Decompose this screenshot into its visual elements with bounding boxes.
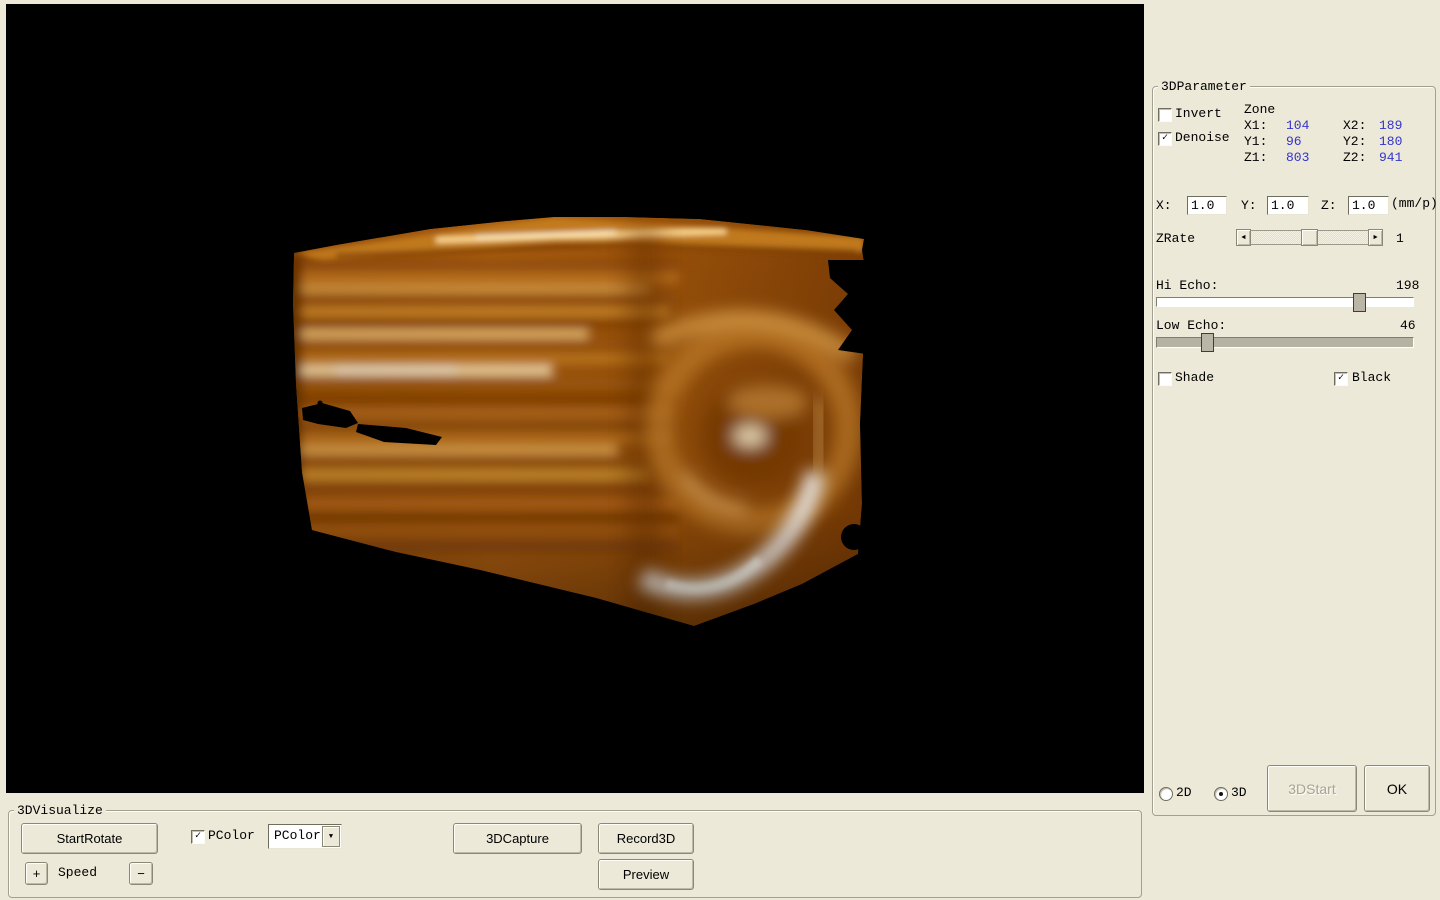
radio-dot — [1219, 792, 1223, 796]
ok-button[interactable]: OK — [1364, 765, 1430, 812]
hi-echo-track[interactable] — [1156, 297, 1414, 307]
zone-y1-value: 96 — [1286, 135, 1302, 149]
capture3d-button[interactable]: 3DCapture — [453, 823, 582, 854]
scale-z-label: Z: — [1321, 199, 1337, 213]
mode-2d-label: 2D — [1176, 786, 1192, 800]
zone-z1-label: Z1: — [1244, 151, 1267, 165]
scale-y-input[interactable] — [1267, 196, 1309, 215]
zone-z2-label: Z2: — [1343, 151, 1366, 165]
zone-x2-value: 189 — [1379, 119, 1402, 133]
check-icon: ✓ — [195, 832, 201, 842]
pcolor-label: PColor — [208, 829, 255, 843]
denoise-checkbox[interactable]: ✓ — [1158, 132, 1172, 146]
check-icon: ✓ — [1338, 374, 1344, 384]
render-viewport[interactable] — [6, 4, 1144, 793]
zone-title: Zone — [1244, 103, 1275, 117]
scale-y-label: Y: — [1241, 199, 1257, 213]
speed-label: Speed — [58, 866, 97, 880]
app-window: 3DParameter Invert ✓ Denoise Zone X1: 10… — [0, 0, 1440, 900]
param-groupbox: 3DParameter Invert ✓ Denoise Zone X1: 10… — [1152, 86, 1436, 816]
start-rotate-button[interactable]: StartRotate — [21, 823, 158, 854]
speed-minus-button[interactable]: − — [129, 862, 153, 885]
scale-x-label: X: — [1156, 199, 1172, 213]
hi-echo-thumb[interactable] — [1353, 293, 1366, 312]
pcolor-dropdown-button[interactable]: ▼ — [322, 826, 340, 847]
arrow-right-icon: ► — [1373, 234, 1377, 242]
speed-plus-button[interactable]: + — [25, 862, 48, 885]
shade-label: Shade — [1175, 371, 1214, 385]
mode-2d-radio[interactable] — [1159, 787, 1173, 801]
black-label: Black — [1352, 371, 1391, 385]
zrate-value: 1 — [1396, 232, 1404, 246]
visualize-groupbox: 3DVisualize StartRotate + Speed − ✓ PCol… — [8, 810, 1142, 898]
invert-checkbox[interactable] — [1158, 108, 1172, 122]
zrate-thumb[interactable] — [1301, 229, 1318, 246]
low-echo-thumb[interactable] — [1201, 333, 1214, 352]
pcolor-dropdown[interactable]: PColor ▼ — [268, 824, 342, 849]
zone-x1-label: X1: — [1244, 119, 1267, 133]
zone-y1-label: Y1: — [1244, 135, 1267, 149]
mode-3d-radio[interactable] — [1214, 787, 1228, 801]
visualize-group-title: 3DVisualize — [14, 803, 106, 818]
volume-render — [6, 4, 1144, 793]
record3d-button[interactable]: Record3D — [598, 823, 694, 854]
arrow-left-icon: ◄ — [1241, 234, 1245, 242]
hi-echo-value: 198 — [1396, 279, 1419, 293]
denoise-label: Denoise — [1175, 131, 1230, 145]
scale-unit-label: (mm/p) — [1391, 197, 1438, 211]
pcolor-dropdown-value: PColor — [274, 828, 321, 843]
chevron-down-icon: ▼ — [329, 833, 333, 841]
param-group-title: 3DParameter — [1158, 79, 1250, 94]
zrate-right-button[interactable]: ► — [1368, 229, 1383, 246]
zone-z1-value: 803 — [1286, 151, 1309, 165]
zrate-scrollbar[interactable]: ◄ ► — [1236, 229, 1383, 246]
zone-x1-value: 104 — [1286, 119, 1309, 133]
check-icon: ✓ — [1162, 134, 1168, 144]
zone-x2-label: X2: — [1343, 119, 1366, 133]
scale-z-input[interactable] — [1348, 196, 1389, 215]
preview-button[interactable]: Preview — [598, 859, 694, 890]
zone-z2-value: 941 — [1379, 151, 1402, 165]
zone-y2-label: Y2: — [1343, 135, 1366, 149]
invert-label: Invert — [1175, 107, 1222, 121]
shade-checkbox[interactable] — [1158, 372, 1172, 386]
pcolor-checkbox[interactable]: ✓ — [191, 830, 205, 844]
zrate-label: ZRate — [1156, 232, 1195, 246]
mode-3d-label: 3D — [1231, 786, 1247, 800]
low-echo-label: Low Echo: — [1156, 319, 1226, 333]
black-checkbox[interactable]: ✓ — [1334, 372, 1348, 386]
zrate-left-button[interactable]: ◄ — [1236, 229, 1251, 246]
zone-y2-value: 180 — [1379, 135, 1402, 149]
low-echo-value: 46 — [1400, 319, 1416, 333]
start3d-button[interactable]: 3DStart — [1267, 765, 1357, 812]
hi-echo-label: Hi Echo: — [1156, 279, 1218, 293]
low-echo-track[interactable] — [1156, 337, 1414, 348]
scale-x-input[interactable] — [1187, 196, 1227, 215]
